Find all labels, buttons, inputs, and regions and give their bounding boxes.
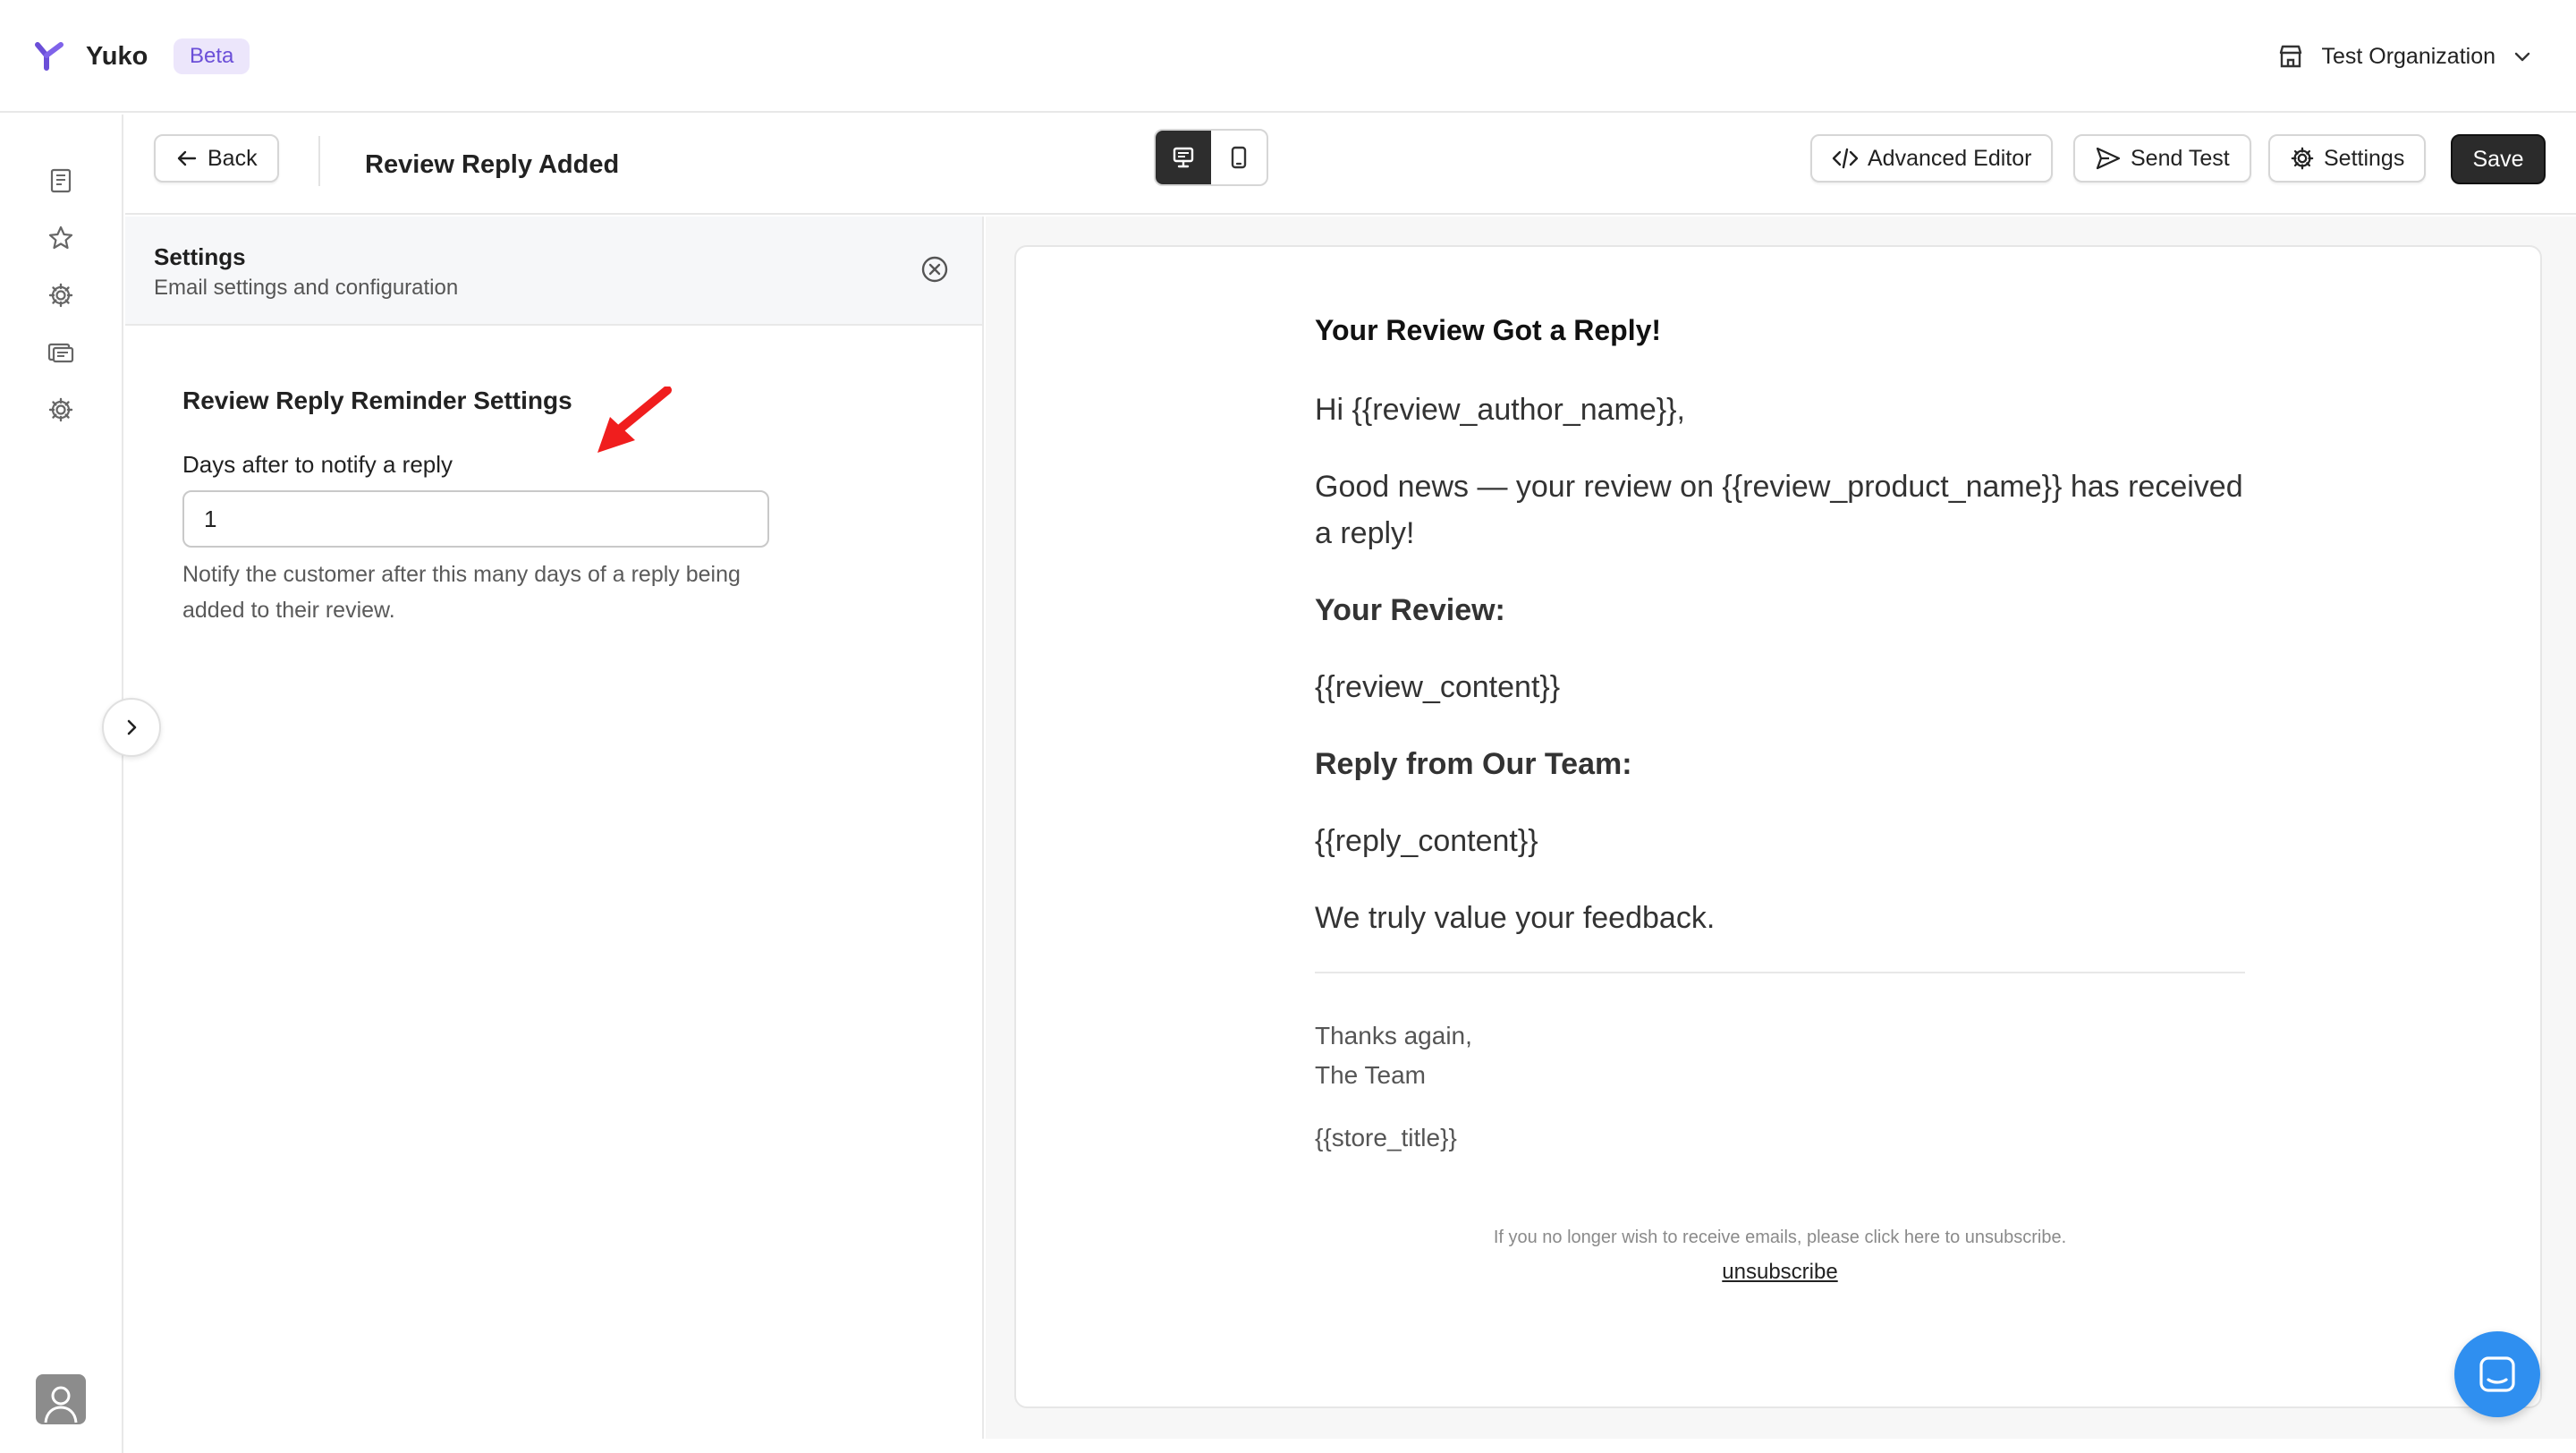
email-preview-card: Your Review Got a Reply! Hi {{review_aut… — [1014, 245, 2542, 1408]
email-body: Your Review Got a Reply! Hi {{review_aut… — [1315, 310, 2245, 1158]
days-after-input[interactable] — [182, 490, 769, 548]
settings-panel-header: Settings Email settings and configuratio… — [125, 217, 982, 326]
app-name: Yuko — [86, 42, 148, 71]
rail-item-settings[interactable] — [45, 279, 77, 311]
email-reply-content: {{reply_content}} — [1315, 824, 1538, 858]
cards-icon — [47, 343, 74, 363]
chevron-down-icon — [2514, 52, 2530, 62]
user-avatar[interactable] — [36, 1374, 86, 1424]
settings-panel: Settings Email settings and configuratio… — [125, 217, 984, 1439]
user-icon — [44, 1386, 78, 1423]
email-greeting: Hi {{review_author_name}}, — [1315, 393, 1685, 427]
beta-badge: Beta — [174, 38, 250, 74]
settings-label: Settings — [2324, 145, 2405, 171]
settings-button[interactable]: Settings — [2268, 134, 2427, 183]
book-icon — [50, 168, 72, 193]
save-button[interactable]: Save — [2451, 134, 2546, 184]
section-title: Review Reply Reminder Settings — [182, 387, 572, 414]
top-bar: Yuko Beta Test Organization — [0, 0, 2576, 113]
chat-launcher-button[interactable] — [2454, 1331, 2540, 1417]
email-divider — [1315, 972, 2245, 973]
rail-item-reviews[interactable] — [45, 222, 77, 254]
star-icon — [48, 225, 73, 250]
email-sign-line-1: Thanks again, — [1315, 1022, 1472, 1049]
page-title: Review Reply Added — [365, 150, 620, 179]
mobile-icon — [1231, 146, 1247, 169]
annotation-arrow-icon — [597, 387, 672, 453]
email-sign-line-2: The Team — [1315, 1061, 1426, 1089]
left-rail — [0, 115, 123, 1453]
unsubscribe-link[interactable]: unsubscribe — [1016, 1260, 2544, 1285]
panel-title: Settings — [154, 243, 246, 270]
back-button[interactable]: Back — [154, 134, 279, 183]
send-icon — [2096, 147, 2121, 170]
toolbar-divider — [318, 136, 320, 186]
advanced-editor-label: Advanced Editor — [1868, 145, 2032, 171]
store-icon — [2280, 45, 2302, 68]
rail-item-templates[interactable] — [45, 165, 77, 197]
organization-switcher[interactable]: Test Organization — [2276, 36, 2533, 77]
days-field-label: Days after to notify a reply — [182, 451, 453, 478]
email-store-title: {{store_title}} — [1315, 1124, 1457, 1151]
rail-item-preferences[interactable] — [45, 394, 77, 426]
gear-icon — [2291, 147, 2314, 170]
organization-name: Test Organization — [2321, 43, 2496, 69]
send-test-button[interactable]: Send Test — [2073, 134, 2251, 183]
desktop-view-button[interactable] — [1156, 131, 1211, 184]
email-footer-note: If you no longer wish to receive emails,… — [1493, 1228, 2067, 1247]
email-review-content: {{review_content}} — [1315, 670, 1561, 704]
expand-sidebar-button[interactable] — [102, 698, 161, 757]
yuko-logo-icon — [35, 42, 64, 71]
mobile-view-button[interactable] — [1211, 131, 1267, 184]
chat-icon — [2479, 1356, 2515, 1392]
editor-toolbar: Back Review Reply Added Advanced Editor — [125, 115, 2576, 215]
chevron-right-icon — [127, 719, 137, 735]
back-label: Back — [208, 145, 258, 171]
send-test-label: Send Test — [2131, 145, 2230, 171]
email-heading: Your Review Got a Reply! — [1315, 314, 1662, 346]
desktop-icon — [1173, 147, 1194, 168]
email-reply-heading: Reply from Our Team: — [1315, 747, 1632, 781]
days-field-help: Notify the customer after this many days… — [182, 562, 741, 623]
email-intro: Good news — your review on {{review_prod… — [1315, 470, 2243, 550]
email-closing: We truly value your feedback. — [1315, 901, 1716, 935]
code-icon — [1832, 148, 1859, 169]
close-circle-icon[interactable] — [919, 254, 950, 285]
gear-icon — [48, 397, 73, 422]
device-toggle — [1154, 129, 1268, 186]
email-review-heading: Your Review: — [1315, 593, 1505, 627]
gear-icon — [48, 283, 73, 308]
advanced-editor-button[interactable]: Advanced Editor — [1810, 134, 2054, 183]
arrow-left-icon — [177, 150, 197, 166]
panel-subtitle: Email settings and configuration — [154, 276, 459, 300]
rail-item-widgets[interactable] — [45, 336, 77, 369]
